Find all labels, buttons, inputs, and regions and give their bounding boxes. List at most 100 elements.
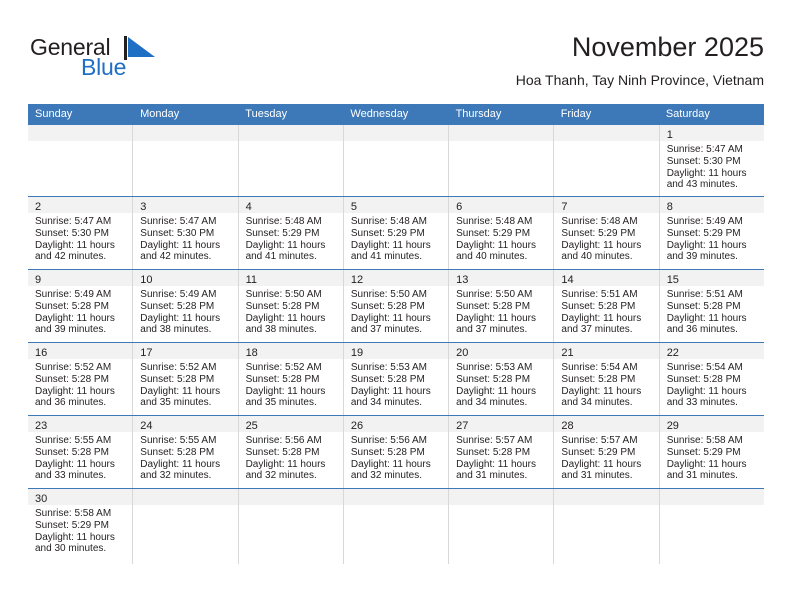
calendar-day-cell[interactable]: 27 Sunrise: 5:57 AM Sunset: 5:28 PM Dayligh…: [449, 416, 555, 488]
day-number-band: 12: [343, 270, 449, 286]
calendar-day-cell[interactable]: 25 Sunrise: 5:56 AM Sunset: 5:28 PM Dayligh…: [238, 416, 344, 488]
day-number-band: 29: [659, 416, 764, 432]
day-info-line: and 35 minutes.: [245, 397, 317, 409]
day-sun-info: Sunrise: 5:57 AM Sunset: 5:28 PM Daylight:…: [449, 432, 553, 482]
calendar-day-cell[interactable]: 20 Sunrise: 5:53 AM Sunset: 5:28 PM Dayligh…: [449, 343, 555, 415]
day-number-band: 18: [238, 343, 343, 359]
brand-logo[interactable]: General Blue: [28, 34, 208, 94]
calendar-day-cell[interactable]: 5 Sunrise: 5:48 AM Sunset: 5:29 PM Daylight…: [343, 197, 450, 269]
day-number-band: 27: [449, 416, 554, 432]
page-subtitle: Hoa Thanh, Tay Ninh Province, Vietnam: [515, 72, 764, 88]
day-info-line: Sunset: 5:28 PM: [245, 300, 320, 312]
day-number: 5: [350, 201, 357, 213]
calendar-day-cell[interactable]: 13 Sunrise: 5:50 AM Sunset: 5:28 PM Dayligh…: [449, 270, 555, 342]
calendar-day-cell[interactable]: 30 Sunrise: 5:58 AM Sunset: 5:29 PM Dayligh…: [28, 489, 134, 564]
day-number-band: 5: [343, 197, 449, 213]
day-info-line: and 31 minutes.: [561, 470, 633, 482]
calendar-day-cell[interactable]: 17 Sunrise: 5:52 AM Sunset: 5:28 PM Dayligh…: [133, 343, 239, 415]
day-info-line: Sunset: 5:28 PM: [35, 300, 109, 312]
day-info-line: Sunrise: 5:55 AM: [35, 435, 112, 446]
day-sun-info: Sunrise: 5:47 AM Sunset: 5:30 PM Daylight:…: [28, 213, 132, 263]
day-info-line: Daylight: 11 hours: [35, 531, 115, 543]
day-number: 7: [561, 201, 568, 213]
calendar-day-cell[interactable]: 7 Sunrise: 5:48 AM Sunset: 5:29 PM Daylight…: [554, 197, 660, 269]
calendar-day-cell[interactable]: 10 Sunrise: 5:49 AM Sunset: 5:28 PM Dayligh…: [133, 270, 239, 342]
day-number: 15: [666, 274, 679, 286]
calendar-day-cell[interactable]: 29 Sunrise: 5:58 AM Sunset: 5:29 PM Dayligh…: [659, 416, 764, 488]
day-info-line: Sunrise: 5:54 AM: [561, 362, 638, 373]
brand-name-blue: Blue: [81, 54, 127, 80]
day-sun-info: Sunrise: 5:52 AM Sunset: 5:28 PM Daylight:…: [239, 359, 343, 409]
day-info-line: and 31 minutes.: [666, 470, 738, 482]
calendar-day-cell[interactable]: 24 Sunrise: 5:55 AM Sunset: 5:28 PM Dayligh…: [133, 416, 239, 488]
day-number: 19: [350, 347, 364, 359]
day-number-band: 8: [659, 197, 764, 213]
day-number-band: 1: [659, 125, 764, 141]
calendar-day-cell[interactable]: 12 Sunrise: 5:50 AM Sunset: 5:28 PM Dayligh…: [343, 270, 450, 342]
day-number-band: 2: [28, 197, 133, 213]
calendar-day-cell[interactable]: 3 Sunrise: 5:47 AM Sunset: 5:30 PM Daylight…: [133, 197, 239, 269]
day-number-band: 26: [343, 416, 449, 432]
calendar-day-cell-empty: [133, 125, 239, 196]
day-info-line: Daylight: 11 hours: [456, 312, 536, 324]
day-info-line: Sunset: 5:30 PM: [666, 155, 741, 167]
calendar-day-cell[interactable]: 16 Sunrise: 5:52 AM Sunset: 5:28 PM Dayligh…: [28, 343, 134, 415]
day-sun-info: Sunrise: 5:49 AM Sunset: 5:28 PM Daylight:…: [28, 286, 132, 336]
weekday-header-friday: Friday: [560, 108, 592, 120]
calendar-day-cell[interactable]: 15 Sunrise: 5:51 AM Sunset: 5:28 PM Dayligh…: [659, 270, 764, 342]
day-number-band: 17: [133, 343, 238, 359]
calendar-day-cell[interactable]: 26 Sunrise: 5:56 AM Sunset: 5:28 PM Dayligh…: [343, 416, 450, 488]
calendar-day-cell[interactable]: 21 Sunrise: 5:54 AM Sunset: 5:28 PM Dayligh…: [554, 343, 660, 415]
calendar-day-cell[interactable]: 23 Sunrise: 5:55 AM Sunset: 5:28 PM Dayligh…: [28, 416, 134, 488]
calendar-day-cell-empty: [343, 489, 450, 564]
calendar-day-cell[interactable]: 19 Sunrise: 5:53 AM Sunset: 5:28 PM Dayligh…: [343, 343, 450, 415]
calendar-day-cell[interactable]: 11 Sunrise: 5:50 AM Sunset: 5:28 PM Dayligh…: [238, 270, 344, 342]
day-info-line: Sunrise: 5:56 AM: [245, 435, 322, 446]
day-info-line: Sunset: 5:29 PM: [561, 446, 636, 458]
day-info-line: Sunset: 5:30 PM: [140, 227, 215, 239]
day-number-band: 30: [28, 489, 133, 505]
day-sun-info: Sunrise: 5:52 AM Sunset: 5:28 PM Daylight:…: [28, 359, 132, 409]
calendar-day-cell[interactable]: 4 Sunrise: 5:48 AM Sunset: 5:29 PM Daylight…: [238, 197, 344, 269]
calendar-grid: Sunday Monday Tuesday Wednesday Thursday Frid…: [28, 104, 764, 564]
calendar-week-row: 1 Sunrise: 5:47 AM Sunset: 5:30 PM Daylight…: [28, 125, 764, 196]
day-info-line: Daylight: 11 hours: [561, 458, 642, 470]
day-info-line: Sunset: 5:28 PM: [666, 300, 741, 312]
day-sun-info: Sunrise: 5:51 AM Sunset: 5:28 PM Daylight:…: [554, 286, 658, 336]
calendar-day-cell[interactable]: 22 Sunrise: 5:54 AM Sunset: 5:28 PM Dayligh…: [659, 343, 764, 415]
day-number: 28: [561, 420, 574, 432]
day-number-band: 14: [554, 270, 659, 286]
calendar-day-cell[interactable]: 28 Sunrise: 5:57 AM Sunset: 5:29 PM Dayligh…: [554, 416, 660, 488]
day-info-line: Sunrise: 5:49 AM: [35, 289, 112, 300]
calendar-day-cell[interactable]: 9 Sunrise: 5:49 AM Sunset: 5:28 PM Daylight…: [28, 270, 134, 342]
day-sun-info: Sunrise: 5:48 AM Sunset: 5:29 PM Daylight:…: [239, 213, 343, 263]
day-info-line: Daylight: 11 hours: [561, 385, 642, 397]
day-sun-info: Sunrise: 5:56 AM Sunset: 5:28 PM Daylight:…: [344, 432, 448, 482]
day-number-band: [343, 489, 449, 505]
day-number-band: 24: [133, 416, 238, 432]
calendar-day-cell[interactable]: 2 Sunrise: 5:47 AM Sunset: 5:30 PM Daylight…: [28, 197, 134, 269]
day-sun-info: [449, 141, 553, 144]
day-info-line: and 39 minutes.: [35, 324, 107, 336]
day-info-line: Sunrise: 5:50 AM: [245, 289, 322, 300]
day-sun-info: Sunrise: 5:57 AM Sunset: 5:29 PM Daylight:…: [554, 432, 658, 482]
day-sun-info: [344, 141, 448, 144]
calendar-day-cell[interactable]: 14 Sunrise: 5:51 AM Sunset: 5:28 PM Dayligh…: [554, 270, 660, 342]
day-info-line: Daylight: 11 hours: [561, 239, 642, 251]
calendar-day-cell-empty: [133, 489, 239, 564]
day-info-line: Sunset: 5:28 PM: [35, 373, 109, 385]
weekday-header-tuesday: Tuesday: [245, 108, 288, 120]
weekday-header-sunday: Sunday: [35, 108, 73, 120]
calendar-day-cell[interactable]: 18 Sunrise: 5:52 AM Sunset: 5:28 PM Dayligh…: [238, 343, 344, 415]
day-info-line: Sunrise: 5:51 AM: [666, 289, 743, 300]
day-info-line: Sunrise: 5:47 AM: [666, 144, 743, 155]
calendar-day-cell[interactable]: 1 Sunrise: 5:47 AM Sunset: 5:30 PM Daylight…: [659, 125, 764, 196]
calendar-week-row: 30 Sunrise: 5:58 AM Sunset: 5:29 PM Dayligh…: [28, 488, 764, 564]
calendar-day-cell[interactable]: 6 Sunrise: 5:48 AM Sunset: 5:29 PM Daylight…: [449, 197, 555, 269]
day-number: 13: [456, 274, 469, 286]
day-sun-info: [28, 141, 132, 144]
calendar-day-cell[interactable]: 8 Sunrise: 5:49 AM Sunset: 5:29 PM Daylight…: [659, 197, 764, 269]
day-info-line: Sunset: 5:28 PM: [350, 300, 425, 312]
day-sun-info: Sunrise: 5:49 AM Sunset: 5:28 PM Daylight:…: [133, 286, 237, 336]
day-info-line: and 42 minutes.: [35, 251, 107, 263]
